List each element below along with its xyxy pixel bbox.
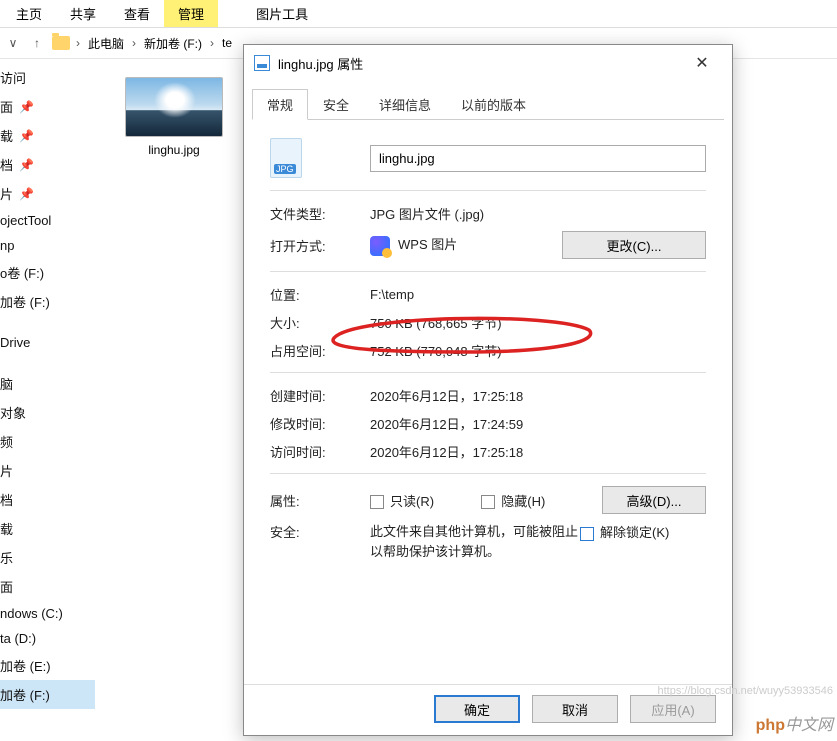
sidebar-item[interactable]: 加卷 (E:)	[0, 651, 95, 680]
sidebar-item[interactable]: 加卷 (F:)	[0, 680, 95, 709]
sidebar-item[interactable]: 载	[0, 514, 95, 543]
cancel-button[interactable]: 取消	[532, 695, 618, 723]
tab-general[interactable]: 常规	[252, 89, 308, 120]
label-modified: 修改时间:	[270, 414, 370, 433]
chevron-right-icon[interactable]: ›	[132, 36, 136, 50]
properties-tabs: 常规 安全 详细信息 以前的版本	[252, 89, 724, 120]
sidebar-item[interactable]: ndows (C:)	[0, 601, 95, 626]
sidebar-item[interactable]: 频	[0, 427, 95, 456]
value-accessed: 2020年6月12日，17:25:18	[370, 442, 706, 461]
folder-icon	[52, 36, 70, 50]
tab-details[interactable]: 详细信息	[364, 89, 446, 120]
label-security: 安全:	[270, 522, 370, 541]
image-thumbnail	[125, 77, 223, 137]
readonly-checkbox[interactable]	[370, 495, 384, 509]
nav-back-icon[interactable]: ∨	[4, 34, 22, 52]
properties-dialog: linghu.jpg 属性 ✕ 常规 安全 详细信息 以前的版本 JPG 文件类…	[243, 44, 733, 736]
ribbon-tabs: 主页 共享 查看 管理 图片工具 temp	[0, 0, 837, 28]
jpg-file-icon: JPG	[270, 138, 302, 178]
sidebar-item[interactable]: 片📌	[0, 179, 95, 208]
ribbon-context-group: 管理	[164, 0, 218, 27]
sidebar-item[interactable]: np	[0, 233, 95, 258]
sidebar-item[interactable]: o卷 (F:)	[0, 258, 95, 287]
label-attributes: 属性:	[270, 491, 370, 510]
close-icon[interactable]: ✕	[682, 51, 722, 75]
sidebar-item[interactable]: 片	[0, 456, 95, 485]
sidebar-item[interactable]: 档	[0, 485, 95, 514]
unblock-checkbox[interactable]	[580, 527, 594, 541]
sidebar-item[interactable]: 对象	[0, 398, 95, 427]
dialog-title: linghu.jpg 属性	[278, 54, 363, 73]
value-sizeondisk: 752 KB (770,048 字节)	[370, 341, 706, 360]
sidebar: 访问 面📌 载📌 档📌 片📌 ojectTool np o卷 (F:) 加卷 (…	[0, 59, 95, 738]
readonly-label: 只读(R)	[390, 494, 434, 509]
crumb-folder[interactable]: te	[220, 36, 234, 50]
label-size: 大小:	[270, 313, 370, 332]
change-openwith-button[interactable]: 更改(C)...	[562, 231, 706, 259]
dialog-titlebar[interactable]: linghu.jpg 属性 ✕	[244, 45, 732, 81]
image-file-icon	[254, 55, 270, 71]
sidebar-item[interactable]: 档📌	[0, 150, 95, 179]
hidden-checkbox[interactable]	[481, 495, 495, 509]
ribbon-tab-home[interactable]: 主页	[2, 0, 56, 27]
ok-button[interactable]: 确定	[434, 695, 520, 723]
hidden-label: 隐藏(H)	[501, 494, 545, 509]
label-location: 位置:	[270, 285, 370, 304]
advanced-button[interactable]: 高级(D)...	[602, 486, 706, 514]
sidebar-item[interactable]: 乐	[0, 543, 95, 572]
value-modified: 2020年6月12日，17:24:59	[370, 414, 706, 433]
tab-previous-versions[interactable]: 以前的版本	[446, 89, 541, 120]
wps-icon	[370, 236, 390, 256]
label-openwith: 打开方式:	[270, 236, 370, 255]
tab-security[interactable]: 安全	[308, 89, 364, 120]
unblock-label: 解除锁定(K)	[600, 525, 669, 540]
sidebar-item[interactable]: 加卷 (F:)	[0, 287, 95, 316]
crumb-pc[interactable]: 此电脑	[86, 35, 126, 52]
label-created: 创建时间:	[270, 386, 370, 405]
sidebar-item[interactable]: 载📌	[0, 121, 95, 150]
watermark-brand: phpphp中文网中文网	[756, 711, 833, 735]
sidebar-item[interactable]: ojectTool	[0, 208, 95, 233]
ribbon-tab-share[interactable]: 共享	[56, 0, 110, 27]
watermark-url: https://blog.csdn.net/wuyy53933546	[657, 685, 833, 697]
chevron-right-icon[interactable]: ›	[76, 36, 80, 50]
sidebar-item[interactable]: 脑	[0, 369, 95, 398]
value-size: 750 KB (768,665 字节)	[370, 313, 706, 332]
nav-up-icon[interactable]: ↑	[28, 34, 46, 52]
value-openwith: WPS 图片	[370, 234, 562, 256]
crumb-drive[interactable]: 新加卷 (F:)	[142, 35, 204, 52]
sidebar-item[interactable]: 访问	[0, 63, 95, 92]
sidebar-item[interactable]: ta (D:)	[0, 626, 95, 651]
value-created: 2020年6月12日，17:25:18	[370, 386, 706, 405]
label-accessed: 访问时间:	[270, 442, 370, 461]
file-thumbnail[interactable]: linghu.jpg	[125, 77, 223, 157]
apply-button[interactable]: 应用(A)	[630, 695, 716, 723]
file-label: linghu.jpg	[125, 143, 223, 157]
value-location: F:\temp	[370, 287, 706, 302]
ribbon-context-tab[interactable]: 图片工具	[242, 0, 322, 27]
sidebar-item[interactable]: 面	[0, 572, 95, 601]
label-filetype: 文件类型:	[270, 204, 370, 223]
ribbon-tab-view[interactable]: 查看	[110, 0, 164, 27]
filename-input[interactable]	[370, 145, 706, 172]
value-filetype: JPG 图片文件 (.jpg)	[370, 204, 706, 223]
security-message: 此文件来自其他计算机，可能被阻止以帮助保护该计算机。	[370, 522, 580, 561]
sidebar-item[interactable]: 面📌	[0, 92, 95, 121]
label-sizeondisk: 占用空间:	[270, 341, 370, 360]
chevron-right-icon[interactable]: ›	[210, 36, 214, 50]
sidebar-item[interactable]: Drive	[0, 330, 95, 355]
